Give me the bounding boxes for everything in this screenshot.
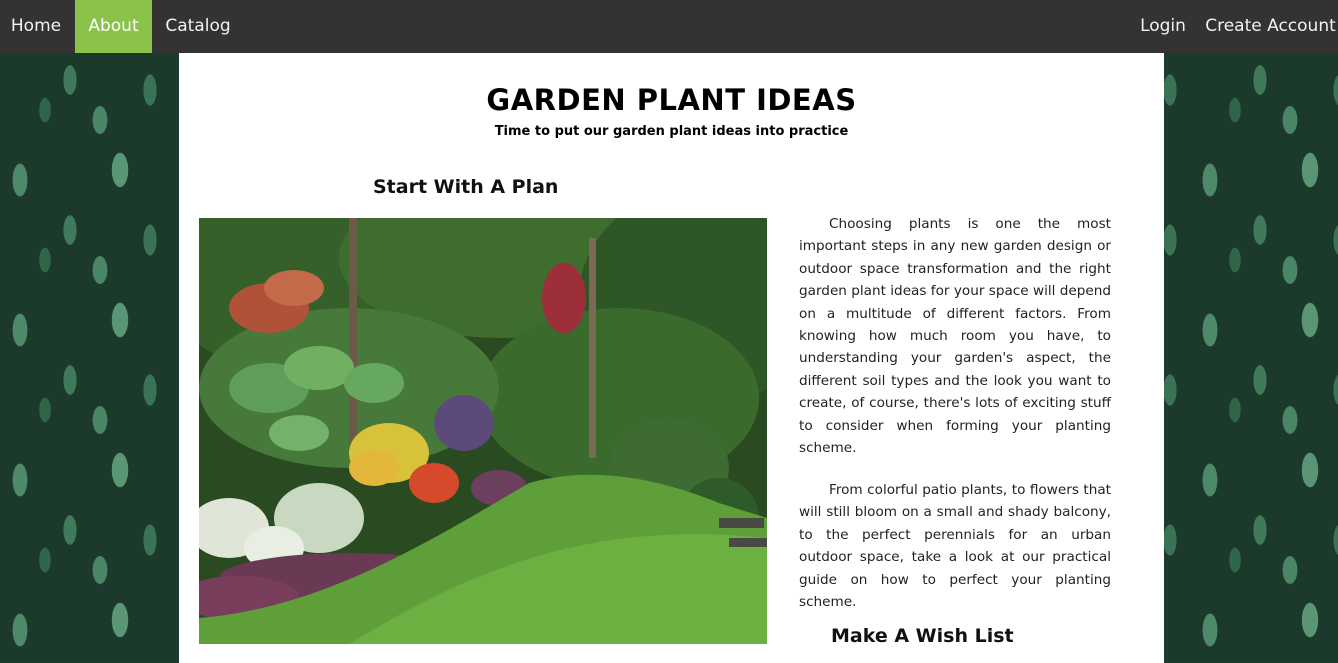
paragraph-plan-guide: From colorful patio plants, to flowers t…: [799, 482, 1111, 611]
nav-catalog-link[interactable]: Catalog: [152, 0, 244, 53]
nav-home-link[interactable]: Home: [0, 0, 72, 53]
paragraph-plan-intro: Choosing plants is one the most importan…: [799, 216, 1111, 457]
top-navbar: Home About Catalog Login Create Account: [0, 0, 1338, 53]
page-title: GARDEN PLANT IDEAS: [486, 83, 857, 117]
page-subtitle: Time to put our garden plant ideas into …: [494, 124, 849, 139]
nav-login-link[interactable]: Login: [1124, 0, 1202, 53]
nav-about-link[interactable]: About: [75, 0, 152, 53]
main-content: GARDEN PLANT IDEAS Time to put our garde…: [179, 53, 1164, 663]
section-heading-plan: Start With A Plan: [373, 176, 559, 198]
section-heading-wish-list: Make A Wish List: [831, 625, 1014, 647]
tropical-garden-photo: [199, 218, 767, 644]
nav-create-account-link[interactable]: Create Account: [1203, 0, 1338, 53]
